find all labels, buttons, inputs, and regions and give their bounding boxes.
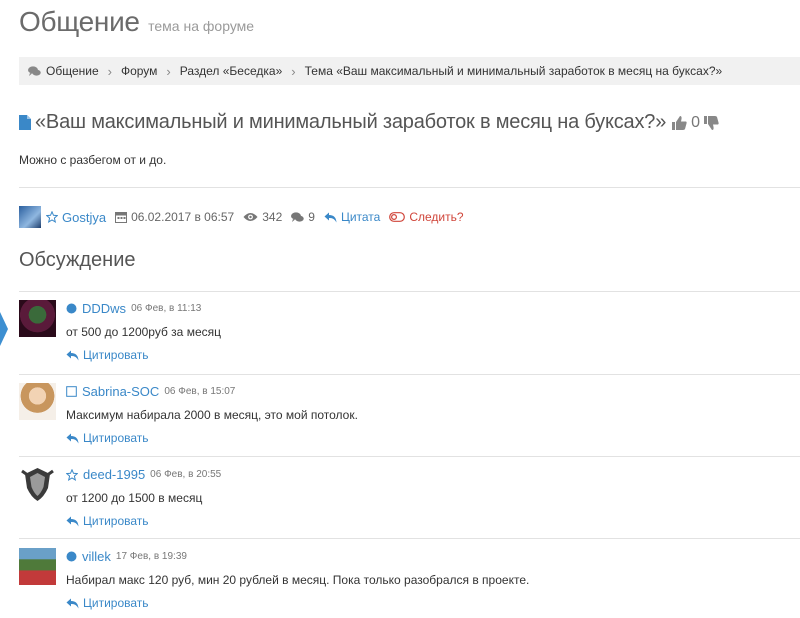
active-comment-marker [0,312,8,346]
topic-comments: 9 [291,210,315,224]
comments-count: 9 [308,210,315,224]
avatar[interactable] [19,300,56,337]
comments-icon [291,211,304,223]
breadcrumb-label: Тема «Ваш максимальный и минимальный зар… [304,64,723,78]
quote-button[interactable]: Цитировать [66,596,149,610]
views-count: 342 [262,210,283,224]
topic-views: 342 [243,210,282,224]
chevron-right-icon: › [107,63,112,79]
thumbs-up-icon[interactable] [672,115,687,130]
breadcrumb-label[interactable]: Общение [46,64,99,78]
comment-text: от 1200 до 1500 в месяц [66,491,203,505]
quote-label[interactable]: Цитата [341,210,380,224]
comment-date: 06 Фев, в 20:55 [150,469,222,480]
reply-icon [66,516,79,527]
breadcrumb-item-section[interactable]: Раздел «Беседка» [180,64,283,78]
eye-icon [243,212,258,222]
quote-button[interactable]: Цитировать [66,348,149,362]
quote-button[interactable]: Цитировать [66,431,149,445]
online-dot-icon [66,551,77,562]
topic-author[interactable]: Gostjya [19,206,106,228]
thumbs-down-icon[interactable] [704,115,719,130]
comment-user[interactable]: deed-1995 [83,467,145,482]
topic-quote-link[interactable]: Цитата [324,210,380,224]
divider [19,187,800,188]
comment-text: Максимум набирала 2000 в месяц, это мой … [66,408,358,422]
square-icon [66,386,77,397]
quote-label[interactable]: Цитировать [83,596,149,610]
comment-date: 17 Фев, в 19:39 [115,551,187,562]
comment-date: 06 Фев, в 11:13 [131,303,202,314]
topic-votes: 0 [672,114,719,132]
comment-header: Sabrina-SOC 06 Фев, в 15:07 [66,384,235,399]
comments-icon [28,65,41,77]
comment-date: 06 Фев, в 15:07 [164,386,236,397]
document-icon [19,115,31,130]
topic-body: Можно с разбегом от и до. [19,153,167,167]
breadcrumb-item-community[interactable]: Общение [19,64,99,78]
likes-count: 0 [691,113,701,131]
quote-button[interactable]: Цитировать [66,514,149,528]
reply-icon [66,350,79,361]
divider [19,374,800,375]
comment-user[interactable]: Sabrina-SOC [82,384,159,399]
calendar-icon [115,211,128,223]
star-icon [46,211,58,223]
author-name[interactable]: Gostjya [62,210,106,225]
chevron-right-icon: › [166,63,171,79]
discussion-title: Обсуждение [19,249,136,271]
date-text: 06.02.2017 в 06:57 [131,210,235,224]
comment-header: DDDws 06 Фев, в 11:13 [66,301,201,316]
quote-label[interactable]: Цитировать [83,514,149,528]
reply-icon [66,433,79,444]
reply-icon [324,212,337,223]
quote-label[interactable]: Цитировать [83,348,149,362]
online-dot-icon [66,303,77,314]
divider [19,291,800,292]
page-title: Общение [19,6,140,37]
avatar[interactable] [19,383,56,420]
topic-title-row: «Ваш максимальный и минимальный заработо… [19,111,719,134]
breadcrumb-item-topic: Тема «Ваш максимальный и минимальный зар… [305,64,723,78]
breadcrumb: Общение › Форум › Раздел «Беседка» › Тем… [19,57,800,85]
divider [19,538,800,539]
comment-user[interactable]: DDDws [82,301,126,316]
avatar[interactable] [19,548,56,585]
avatar[interactable] [19,466,56,503]
toggle-icon [389,212,406,222]
breadcrumb-label[interactable]: Форум [121,64,157,78]
comment-user[interactable]: villek [82,549,111,564]
avatar[interactable] [19,206,41,228]
follow-label[interactable]: Следить? [409,210,463,224]
comment-header: deed-1995 06 Фев, в 20:55 [66,467,221,482]
divider [19,456,800,457]
breadcrumb-item-forum[interactable]: Форум [121,64,157,78]
page-subtitle: тема на форуме [148,18,255,34]
topic-title: «Ваш максимальный и минимальный заработо… [35,111,667,133]
shield-emblem-icon [21,468,54,501]
reply-icon [66,598,79,609]
topic-date: 06.02.2017 в 06:57 [115,210,234,224]
comment-text: Набирал макс 120 руб, мин 20 рублей в ме… [66,573,530,587]
comment-header: villek 17 Фев, в 19:39 [66,549,187,564]
topic-meta: Gostjya 06.02.2017 в 06:57 342 9 Цитата … [19,206,473,228]
quote-label[interactable]: Цитировать [83,431,149,445]
comment-text: от 500 до 1200руб за месяц [66,325,221,339]
star-icon [66,468,78,481]
chevron-right-icon: › [291,63,296,79]
breadcrumb-label[interactable]: Раздел «Беседка» [180,64,283,78]
follow-link[interactable]: Следить? [389,210,464,224]
page-header: Общение тема на форуме [19,6,254,38]
